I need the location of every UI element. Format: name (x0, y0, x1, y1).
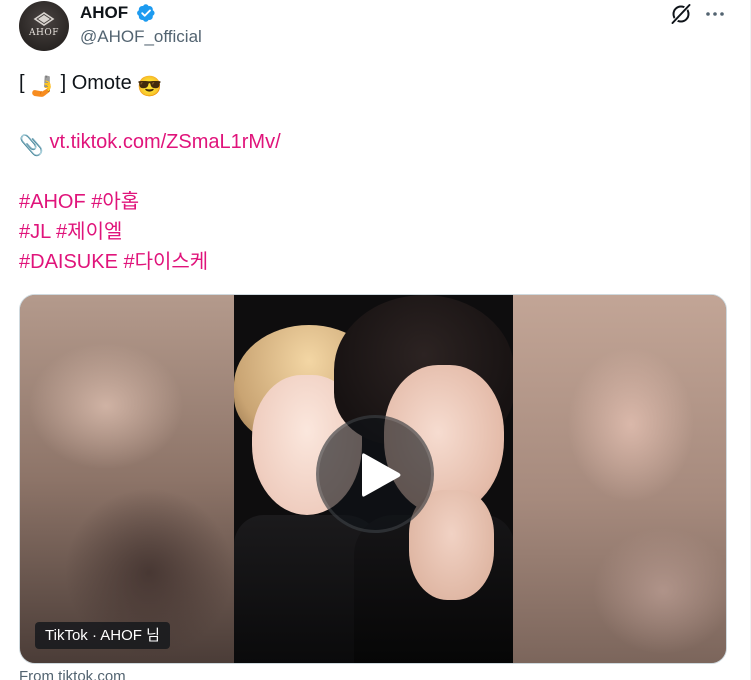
hashtag-line[interactable]: #DAISUKE #다이스케 (19, 249, 208, 275)
source-link[interactable]: From tiktok.com (19, 668, 126, 680)
ahof-logo-icon (33, 12, 55, 26)
display-name[interactable]: AHOF (80, 3, 128, 23)
source-badge: TikTok · AHOF 님 (35, 622, 170, 649)
user-handle[interactable]: @AHOF_official (80, 27, 202, 47)
verified-badge-icon[interactable] (136, 3, 156, 23)
tiktok-link[interactable]: vt.tiktok.com/ZSmaL1rMv/ (49, 131, 280, 153)
sunglasses-emoji: 😎 (137, 76, 163, 98)
grok-icon[interactable] (669, 2, 693, 26)
tweet-text-line: [ 🤳 ] Omote 😎 (19, 70, 162, 100)
tweet-link-line: 📎 vt.tiktok.com/ZSmaL1rMv/ (19, 129, 281, 159)
blurred-background-left (20, 295, 235, 663)
more-options-icon[interactable] (703, 2, 727, 26)
play-button[interactable] (316, 415, 434, 533)
hashtag-line[interactable]: #JL #제이엘 (19, 219, 122, 245)
play-icon (362, 453, 401, 497)
avatar[interactable]: AHOF (19, 1, 69, 51)
bracket-open: [ (19, 72, 25, 94)
blurred-background-right (512, 295, 726, 663)
tweet-title-text: ] Omote (60, 72, 132, 94)
avatar-text: AHOF (29, 28, 59, 38)
paperclip-emoji: 📎 (19, 135, 44, 157)
selfie-emoji: 🤳 (30, 76, 56, 98)
video-card[interactable]: TikTok · AHOF 님 (19, 294, 727, 664)
hashtag-line[interactable]: #AHOF #아홉 (19, 189, 139, 215)
